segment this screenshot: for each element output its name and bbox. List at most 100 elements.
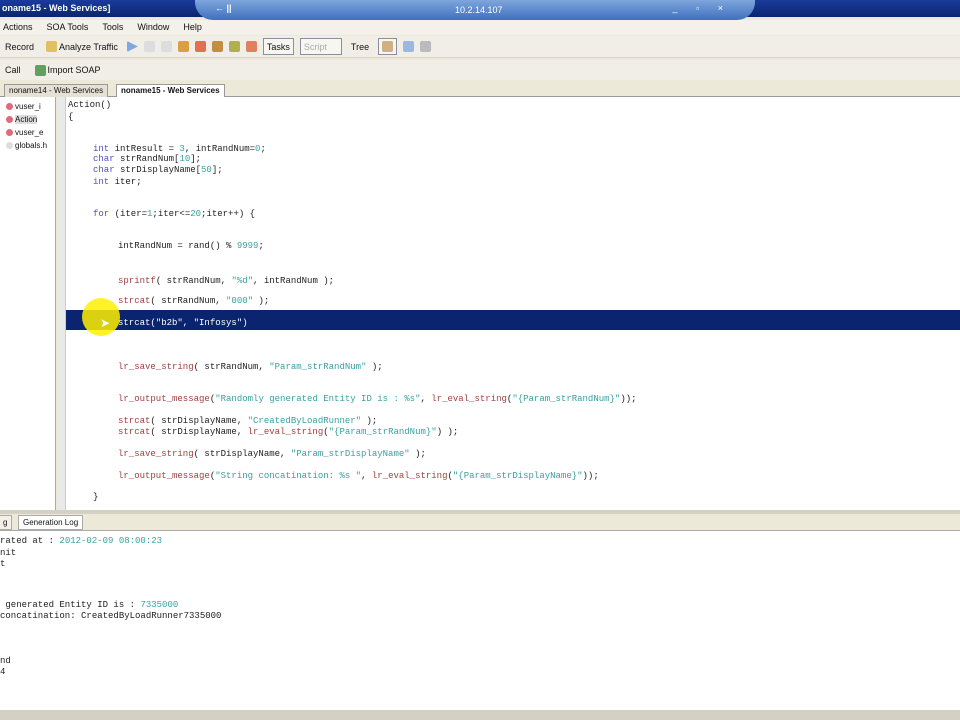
code-line: Action(): [68, 100, 111, 111]
token: char: [93, 165, 121, 175]
tool-icon-2[interactable]: [211, 41, 223, 52]
status-bar: [0, 710, 960, 720]
tab-noname15[interactable]: noname15 - Web Services: [116, 84, 225, 97]
token: "{Param_strDisplayName}": [452, 471, 583, 481]
step-icon[interactable]: [143, 41, 155, 52]
window-title: oname15 - Web Services]: [2, 3, 111, 13]
document-tabs: noname14 - Web Services noname15 - Web S…: [0, 82, 960, 97]
token: , intRandNum=: [184, 144, 256, 154]
tree-item-action[interactable]: Action: [6, 115, 38, 124]
menu-window[interactable]: Window: [137, 22, 169, 33]
token: "{Param_strRandNum}": [328, 427, 437, 437]
analyze-traffic-button[interactable]: Analyze Traffic: [43, 39, 121, 54]
token: nd: [0, 656, 11, 666]
token: "Param_strRandNum": [269, 362, 367, 372]
script-tree: vuser_i Action vuser_e globals.h: [0, 97, 56, 510]
view-button[interactable]: [378, 38, 398, 55]
analyze-icon: [46, 41, 58, 52]
token: intResult =: [114, 144, 180, 154]
code-line: char strDisplayName[50];: [93, 165, 223, 176]
pin-icon[interactable]: ← ||: [215, 3, 232, 13]
refresh-icon[interactable]: [403, 41, 415, 52]
tree-item-vuser-init[interactable]: vuser_i: [6, 102, 41, 111]
token: );: [409, 449, 426, 459]
token: "Randomly generated Entity ID is : %s": [215, 394, 421, 404]
script-label: Script: [303, 41, 327, 52]
token: ));: [620, 394, 637, 404]
file-icon: [6, 142, 13, 149]
script-button[interactable]: Script: [299, 38, 342, 55]
token: 4: [0, 667, 6, 677]
token: ;: [260, 144, 266, 154]
token: lr_output_message: [118, 394, 210, 404]
token: lr_save_string: [118, 449, 194, 459]
token: );: [253, 296, 270, 306]
code-line: lr_save_string( strRandNum, "Param_strRa…: [118, 362, 383, 373]
code-line: strcat( strRandNum, "000" );: [118, 296, 269, 307]
tree-item-globals[interactable]: globals.h: [6, 141, 47, 150]
token: iter;: [114, 177, 142, 187]
token: 2012-02-09 08:00:23: [59, 536, 163, 546]
mouse-pointer-icon: ➤: [100, 316, 111, 330]
tree-item-vuser-end[interactable]: vuser_e: [6, 128, 43, 137]
tree-button[interactable]: Tree: [348, 40, 372, 54]
token: ));: [582, 471, 599, 481]
token: lr_eval_string: [247, 427, 324, 437]
token: ( strRandNum,: [150, 296, 227, 306]
tree-label: Action: [15, 115, 38, 124]
code-line: }: [93, 492, 98, 503]
tasks-button[interactable]: Tasks: [262, 38, 294, 55]
token: lr_output_message: [118, 471, 210, 481]
token: "{Param_strRandNum}": [512, 394, 621, 404]
token: strDisplayName[: [120, 165, 202, 175]
record-label: Record: [5, 41, 35, 52]
window-controls[interactable]: _ ▫ ×: [673, 3, 731, 13]
record-button[interactable]: Record: [2, 40, 37, 54]
token: ];: [190, 154, 202, 164]
code-line: strcat( strDisplayName, lr_eval_string("…: [118, 427, 458, 438]
tool-icon-4[interactable]: [245, 41, 257, 52]
tab-noname14[interactable]: noname14 - Web Services: [4, 84, 109, 97]
code-line: strcat( strDisplayName, "CreatedByLoadRu…: [118, 416, 377, 427]
tool-icon-1[interactable]: [194, 41, 206, 52]
action-icon: [6, 103, 13, 110]
token: "CreatedByLoadRunner": [247, 416, 362, 426]
token: ,: [361, 471, 372, 481]
token: "%d": [231, 276, 254, 286]
call-label: Call: [5, 65, 21, 75]
token: strcat("b2b", "Infosys"): [118, 318, 248, 328]
token: {: [68, 112, 74, 122]
breakpoint-icon[interactable]: [177, 41, 189, 52]
tree-label: vuser_i: [15, 102, 41, 111]
play-icon[interactable]: [126, 41, 138, 52]
token: 50: [201, 165, 212, 175]
tool-icon-3[interactable]: [228, 41, 240, 52]
token: nit: [0, 548, 17, 558]
import-soap-button[interactable]: Import SOAP: [32, 63, 104, 78]
menu-help[interactable]: Help: [183, 22, 202, 33]
token: 10: [179, 154, 191, 164]
token: 20: [190, 209, 202, 219]
menu-actions[interactable]: Actions: [3, 22, 33, 33]
menu-soa-tools[interactable]: SOA Tools: [47, 22, 89, 33]
view-icon: [382, 41, 394, 52]
stop-icon[interactable]: [160, 41, 172, 52]
menu-tools[interactable]: Tools: [102, 22, 123, 33]
code-line: {: [68, 112, 73, 123]
token: );: [361, 416, 378, 426]
token: lr_save_string: [118, 362, 194, 372]
analyze-label: Analyze Traffic: [59, 41, 118, 52]
token: (iter=: [114, 209, 148, 219]
tasks-label: Tasks: [266, 41, 290, 52]
main-toolbar: Record Analyze Traffic Tasks Script Tree: [0, 36, 960, 58]
tree-label: Tree: [350, 41, 370, 52]
token: generated Entity ID is :: [0, 600, 141, 610]
output-line: nit: [0, 548, 16, 559]
code-editor[interactable]: Action(){int intResult = 3, intRandNum=0…: [66, 97, 960, 510]
output-line: rated at : 2012-02-09 08:00:23: [0, 536, 162, 547]
token: ( strDisplayName,: [150, 427, 248, 437]
copy-icon[interactable]: [420, 41, 432, 52]
tab-generation-log[interactable]: Generation Log: [18, 515, 84, 530]
tab-replay-log[interactable]: g: [0, 515, 13, 530]
call-button[interactable]: Call: [2, 63, 24, 77]
